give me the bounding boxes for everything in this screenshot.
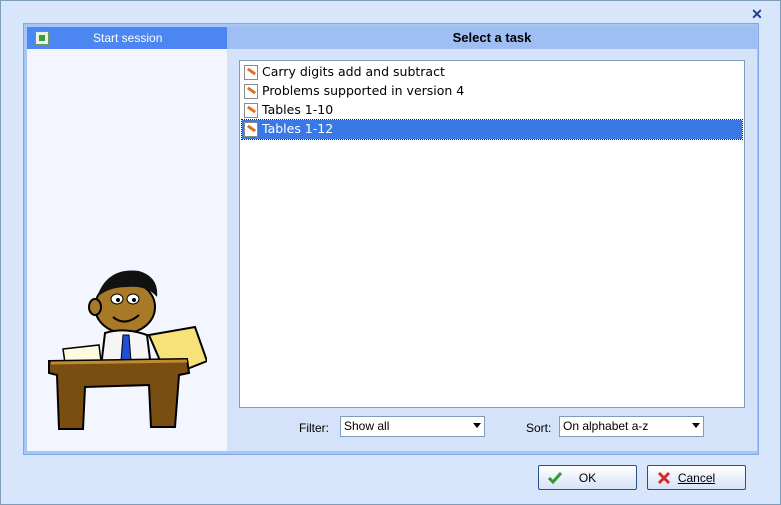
list-item[interactable]: Carry digits add and subtract [242, 63, 742, 82]
session-icon [35, 31, 49, 45]
list-item-label: Tables 1-10 [262, 102, 334, 117]
filter-select[interactable]: Show all [340, 416, 485, 437]
sort-select[interactable]: On alphabet a-z [559, 416, 704, 437]
filter-label: Filter: [299, 421, 329, 435]
document-pencil-icon [244, 103, 258, 118]
list-item-label: Tables 1-12 [262, 121, 334, 136]
document-pencil-icon [244, 122, 258, 137]
left-panel: Start session [27, 27, 227, 451]
list-item[interactable]: Problems supported in version 4 [242, 82, 742, 101]
start-session-header[interactable]: Start session [27, 27, 227, 49]
list-item-selected[interactable]: Tables 1-12 [241, 119, 743, 140]
filter-select-value: Show all [344, 419, 390, 433]
chevron-down-icon[interactable] [692, 423, 700, 428]
right-panel: Select a task Carry digits add and subtr… [227, 27, 757, 451]
chevron-down-icon[interactable] [473, 423, 481, 428]
task-listbox[interactable]: Carry digits add and subtract Problems s… [239, 60, 745, 408]
ok-button[interactable]: OK [538, 465, 637, 490]
document-pencil-icon [244, 65, 258, 80]
dialog-frame: Start session Select a task Carry digits… [23, 23, 759, 455]
close-icon[interactable]: ✕ [750, 7, 764, 21]
cancel-button[interactable]: Cancel [647, 465, 746, 490]
list-item-label: Carry digits add and subtract [262, 64, 445, 79]
list-item[interactable]: Tables 1-10 [242, 101, 742, 120]
ok-button-label: OK [578, 471, 597, 485]
dialog-window: ✕ Start session Select a task Carry digi… [0, 0, 781, 505]
cancel-button-label: Cancel [677, 471, 716, 485]
teacher-at-desk-illustration [48, 270, 207, 430]
list-item-label: Problems supported in version 4 [262, 83, 465, 98]
sort-select-value: On alphabet a-z [563, 419, 649, 433]
sort-label: Sort: [526, 421, 552, 435]
select-task-title: Select a task [227, 27, 757, 49]
start-session-label: Start session [93, 31, 163, 45]
document-pencil-icon [244, 84, 258, 99]
